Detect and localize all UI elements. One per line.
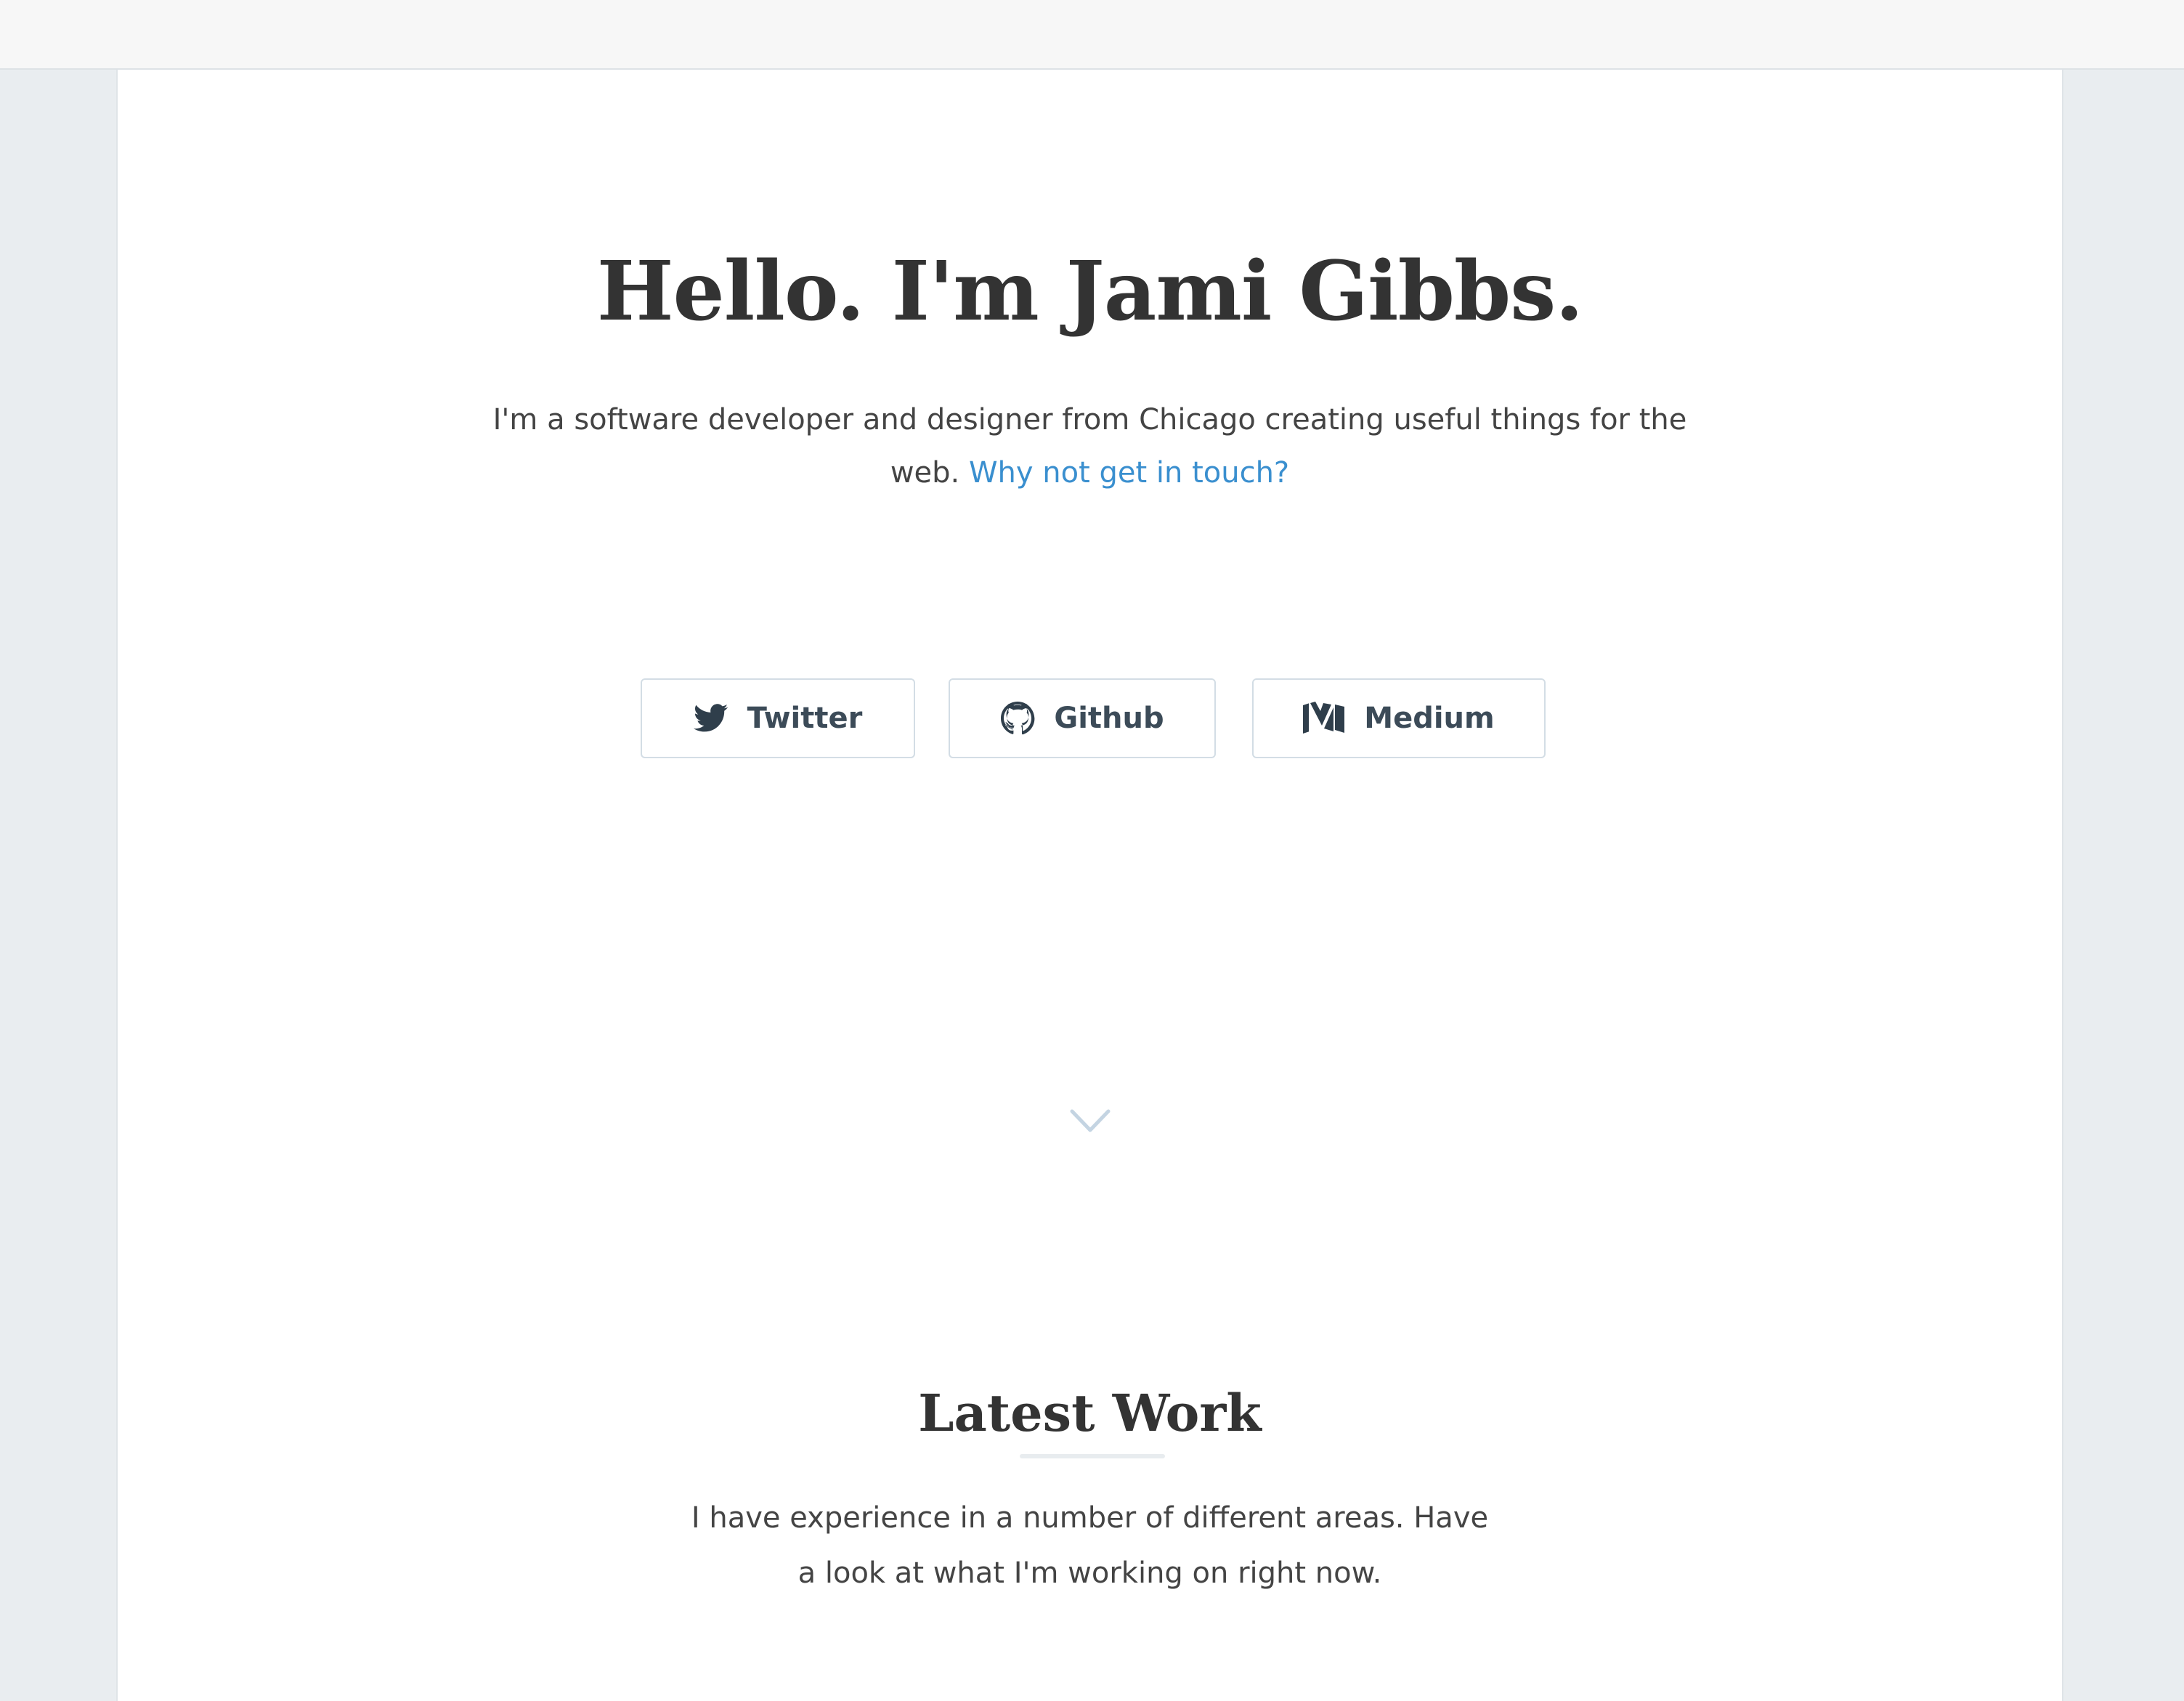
twitter-icon — [693, 703, 728, 734]
latest-work-title: Latest Work — [918, 1383, 1262, 1443]
github-button[interactable]: Github — [949, 678, 1216, 758]
hero-intro-line1: I'm a software developer and designer fr… — [492, 403, 1687, 437]
medium-icon — [1303, 702, 1345, 735]
medium-label: Medium — [1364, 702, 1495, 735]
latest-work-line2: a look at what I'm working on right now. — [797, 1556, 1382, 1590]
page-container: Hello. I'm Jami Gibbs. I'm a software de… — [116, 70, 2063, 1701]
browser-top-bar — [0, 0, 2184, 70]
section-divider — [1020, 1454, 1165, 1458]
latest-work-description: I have experience in a number of differe… — [118, 1490, 2062, 1601]
latest-work-line1: I have experience in a number of differe… — [691, 1501, 1489, 1535]
hero-intro-line2-prefix: web. — [890, 456, 969, 490]
hero-intro: I'm a software developer and designer fr… — [118, 394, 2062, 500]
medium-button[interactable]: Medium — [1252, 678, 1546, 758]
social-links: Twitter Github Medium — [118, 678, 2062, 758]
contact-link[interactable]: Why not get in touch? — [969, 456, 1289, 490]
github-icon — [1000, 701, 1035, 736]
github-label: Github — [1054, 702, 1164, 735]
twitter-button[interactable]: Twitter — [641, 678, 915, 758]
chevron-down-icon[interactable] — [1069, 1107, 1111, 1136]
twitter-label: Twitter — [747, 702, 863, 735]
hero-title: Hello. I'm Jami Gibbs. — [596, 244, 1584, 339]
